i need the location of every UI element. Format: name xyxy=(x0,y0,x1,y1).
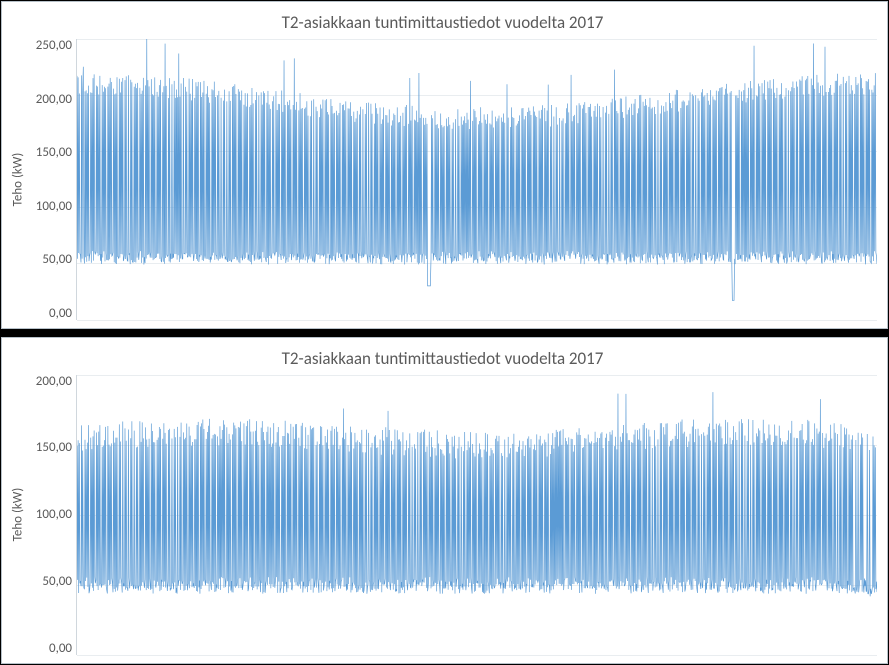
y-tick: 0,00 xyxy=(49,642,72,655)
plot-area xyxy=(76,39,877,320)
gridline xyxy=(77,320,877,321)
y-axis-label-col: Teho (kW) xyxy=(8,375,28,656)
y-axis-ticks: 250,00 200,00 150,00 100,00 50,00 0,00 xyxy=(28,39,76,320)
chart-panel-top: T2-asiakkaan tuntimittaustiedot vuodelta… xyxy=(1,1,888,329)
chart-title: T2-asiakkaan tuntimittaustiedot vuodelta… xyxy=(8,348,877,369)
plot-area xyxy=(76,375,877,656)
gridline xyxy=(77,655,877,656)
y-tick: 150,00 xyxy=(36,146,72,159)
y-axis-label: Teho (kW) xyxy=(11,488,26,542)
y-axis-label: Teho (kW) xyxy=(11,152,26,206)
y-tick: 150,00 xyxy=(36,441,72,454)
y-tick: 250,00 xyxy=(36,39,72,52)
y-tick: 200,00 xyxy=(36,93,72,106)
y-axis-label-col: Teho (kW) xyxy=(8,39,28,320)
y-tick: 50,00 xyxy=(42,575,72,588)
chart-body: Teho (kW) 200,00 150,00 100,00 50,00 0,0… xyxy=(8,375,877,656)
y-axis-ticks: 200,00 150,00 100,00 50,00 0,00 xyxy=(28,375,76,656)
y-tick: 0,00 xyxy=(49,307,72,320)
series-line xyxy=(77,39,877,320)
series-line xyxy=(77,375,877,656)
y-tick: 50,00 xyxy=(42,253,72,266)
y-tick: 100,00 xyxy=(36,508,72,521)
y-tick: 200,00 xyxy=(36,375,72,388)
chart-body: Teho (kW) 250,00 200,00 150,00 100,00 50… xyxy=(8,39,877,320)
chart-title: T2-asiakkaan tuntimittaustiedot vuodelta… xyxy=(8,12,877,33)
chart-pair-container: T2-asiakkaan tuntimittaustiedot vuodelta… xyxy=(0,0,889,665)
chart-panel-bottom: T2-asiakkaan tuntimittaustiedot vuodelta… xyxy=(1,337,888,665)
y-tick: 100,00 xyxy=(36,200,72,213)
